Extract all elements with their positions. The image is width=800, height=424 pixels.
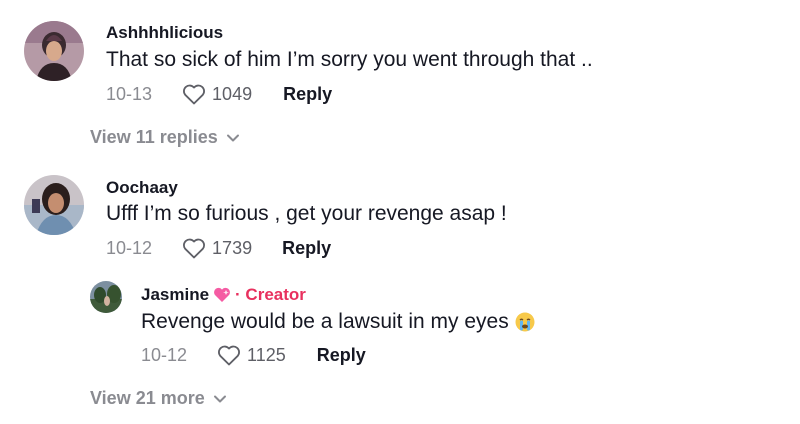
reply-button[interactable]: Reply [283,84,332,105]
like-count: 1049 [212,83,253,104]
avatar-photo [24,21,84,81]
comment-date: 10-12 [106,237,153,258]
reply-meta: 10-12 1125 Reply [141,344,366,366]
comment-username[interactable]: Ashhhhlicious [106,23,223,43]
avatar[interactable] [24,21,84,81]
reply-username-row: Jasmine · Creator [141,285,306,305]
comment-username[interactable]: Oochaay [106,178,178,198]
like-count: 1739 [212,237,253,258]
comment-date: 10-13 [106,83,153,104]
avatar[interactable] [24,175,84,235]
comment-text: Ufff I’m so furious , get your revenge a… [106,202,507,225]
avatar[interactable] [90,281,122,313]
creator-badge: · Creator [235,285,306,304]
reply-username[interactable]: Jasmine [141,285,209,305]
view-more-label: View 21 more [90,388,205,408]
heart-icon [183,84,206,105]
view-replies-label: View 11 replies [90,127,218,147]
reply-text: Revenge would be a lawsuit in my eyes [141,310,509,333]
comment-meta: 10-12 1739 Reply [106,237,331,259]
like-count: 1125 [247,344,286,365]
reply-date: 10-12 [141,344,188,365]
like-button[interactable]: 1049 [182,83,252,105]
chevron-down-icon [226,134,239,141]
reply-button[interactable]: Reply [282,238,331,259]
avatar-photo [90,281,122,313]
comment-meta: 10-13 1049 Reply [106,83,332,105]
reply-button[interactable]: Reply [317,345,366,366]
pink-heart-icon [214,287,230,302]
comment-text: That so sick of him I’m sorry you went t… [106,48,593,71]
view-replies-button[interactable]: View 11 replies [90,127,240,148]
view-more-button[interactable]: View 21 more [90,388,227,409]
heart-icon [183,238,206,259]
like-button[interactable]: 1125 [217,344,286,366]
heart-icon [218,345,241,366]
crying-face-icon [515,312,535,332]
avatar-photo [24,175,84,235]
like-button[interactable]: 1739 [182,237,252,259]
chevron-down-icon [213,395,226,402]
reply-text-row: Revenge would be a lawsuit in my eyes [141,310,535,334]
